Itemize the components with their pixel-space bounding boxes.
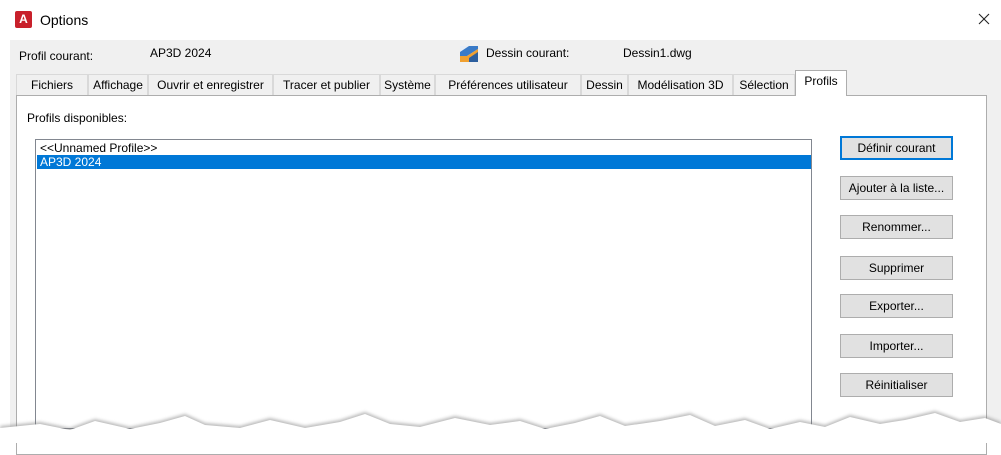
delete-button[interactable]: Supprimer: [840, 256, 953, 280]
tab-fichiers[interactable]: Fichiers: [16, 74, 88, 95]
import-button[interactable]: Importer...: [840, 334, 953, 358]
tab-modelisation-3d[interactable]: Modélisation 3D: [628, 74, 733, 95]
current-profile-value: AP3D 2024: [150, 46, 212, 60]
current-drawing-label: Dessin courant:: [486, 46, 570, 60]
tab-dessin[interactable]: Dessin: [581, 74, 628, 95]
title-bar: A Options: [0, 0, 1001, 40]
available-profiles-label: Profils disponibles:: [27, 111, 128, 125]
tab-selection[interactable]: Sélection: [733, 74, 795, 95]
autocad-app-icon: A: [15, 11, 32, 28]
options-dialog: Profil courant: AP3D 2024 Dessin courant…: [10, 40, 1001, 455]
drawing-icon: [460, 46, 478, 62]
reset-button[interactable]: Réinitialiser: [840, 373, 953, 397]
profiles-list[interactable]: <<Unnamed Profile>> AP3D 2024: [35, 139, 812, 429]
window-title: Options: [40, 12, 89, 28]
tab-preferences-utilisateur[interactable]: Préférences utilisateur: [435, 74, 581, 95]
profile-item-unnamed[interactable]: <<Unnamed Profile>>: [37, 141, 811, 155]
tab-affichage[interactable]: Affichage: [88, 74, 148, 95]
add-to-list-button[interactable]: Ajouter à la liste...: [840, 176, 953, 200]
tab-profils[interactable]: Profils: [795, 70, 847, 96]
close-icon[interactable]: [973, 8, 995, 30]
current-profile-label: Profil courant:: [19, 49, 94, 63]
tab-ouvrir-enregistrer[interactable]: Ouvrir et enregistrer: [148, 74, 273, 95]
tab-tracer-publier[interactable]: Tracer et publier: [273, 74, 380, 95]
rename-button[interactable]: Renommer...: [840, 215, 953, 239]
torn-paper-edge: [0, 411, 1001, 443]
profile-item-ap3d-2024[interactable]: AP3D 2024: [37, 155, 811, 169]
export-button[interactable]: Exporter...: [840, 294, 953, 318]
app-icon-letter: A: [19, 12, 28, 26]
set-current-button[interactable]: Définir courant: [840, 136, 953, 160]
tab-systeme[interactable]: Système: [380, 74, 435, 95]
current-drawing-value: Dessin1.dwg: [623, 46, 692, 60]
